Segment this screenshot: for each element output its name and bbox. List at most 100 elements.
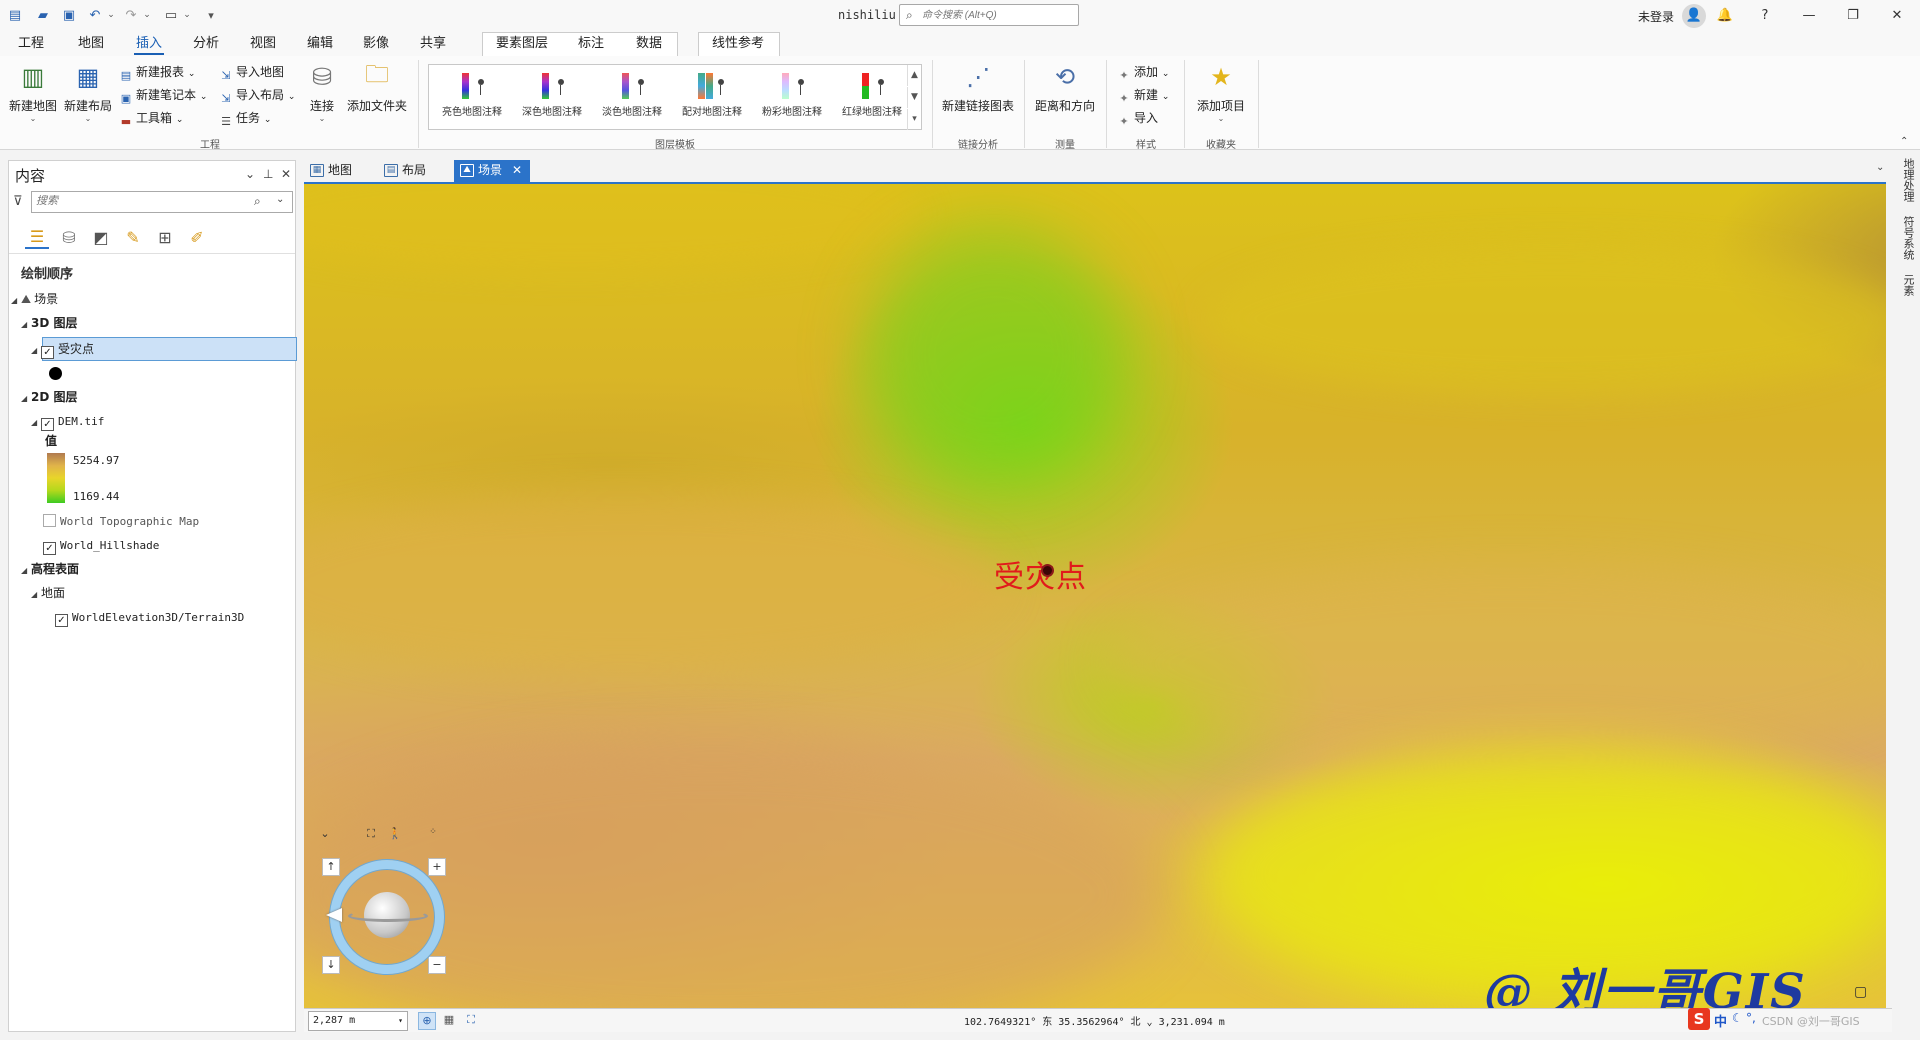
layer-visibility-checkbox[interactable]: ✓: [41, 418, 54, 431]
toc-3d-layers[interactable]: ◢ 3D 图层: [21, 313, 78, 333]
tab-edit[interactable]: 编辑: [305, 35, 335, 55]
dock-tab-symbology[interactable]: 符号系统: [1900, 216, 1916, 260]
user-avatar-icon[interactable]: 👤: [1682, 4, 1706, 28]
tab-imagery[interactable]: 影像: [361, 35, 391, 55]
layer-visibility-checkbox[interactable]: ✓: [55, 614, 68, 627]
toc-layer-hillshade[interactable]: ✓ World_Hillshade: [43, 535, 159, 555]
collapse-triangle-icon[interactable]: ◢: [21, 561, 31, 581]
close-window-icon[interactable]: ✕: [1882, 4, 1912, 28]
disaster-point-marker[interactable]: [1041, 564, 1054, 577]
tilt-up-icon[interactable]: ↑: [322, 858, 340, 876]
north-arrow-icon[interactable]: [326, 908, 342, 922]
navigator-grip-icon[interactable]: ⁘: [424, 824, 442, 842]
list-by-editing-icon[interactable]: ✎: [121, 225, 145, 249]
task-button[interactable]: ☰ 任务 ⌄: [218, 108, 271, 128]
first-person-icon[interactable]: 🚶: [386, 826, 404, 844]
login-status[interactable]: 未登录: [1638, 8, 1674, 25]
connect-button[interactable]: ⛁ 连接 ⌄: [302, 60, 342, 123]
view-tab-map[interactable]: ▦ 地图: [304, 160, 360, 182]
minimize-icon[interactable]: —: [1794, 4, 1824, 28]
dem-color-ramp[interactable]: [47, 453, 65, 503]
gallery-scroll-down-icon[interactable]: ▼: [907, 87, 921, 108]
toc-layer-topo[interactable]: World Topographic Map: [43, 511, 199, 531]
pin-icon[interactable]: ⊥: [263, 167, 273, 181]
scene-view[interactable]: 受灾点 ⌄ ⛶ 🚶 ⁘ ↑ + ↓ − @ 刘一哥GIS ▢: [304, 182, 1886, 1008]
tab-list-dropdown-icon[interactable]: ⌄: [1876, 162, 1884, 173]
import-map-button[interactable]: ⇲ 导入地图: [218, 62, 284, 82]
style-new-button[interactable]: ✦ 新建 ⌄: [1116, 85, 1169, 105]
style-add-button[interactable]: ✦ 添加 ⌄: [1116, 62, 1169, 82]
view-tab-scene[interactable]: ⛰ 场景 ✕: [454, 160, 531, 182]
tilt-down-icon[interactable]: ↓: [322, 956, 340, 974]
collapse-triangle-icon[interactable]: ◢: [11, 291, 21, 311]
toc-layer-terrain[interactable]: ✓ WorldElevation3D/Terrain3D: [55, 607, 244, 627]
add-folder-button[interactable]: 🗀 添加文件夹: [344, 60, 410, 114]
tab-linear-referencing[interactable]: 线性参考: [710, 35, 766, 55]
tab-analysis[interactable]: 分析: [191, 35, 221, 55]
toc-scene[interactable]: ◢ ⛰ 场景: [11, 289, 58, 309]
gallery-item-dark[interactable]: 深色地图注释: [513, 69, 591, 127]
gallery-item-red-green[interactable]: 红绿地图注释: [833, 69, 911, 127]
navigator-control[interactable]: ⌄ ⛶ 🚶 ⁘ ↑ + ↓ −: [314, 824, 464, 1000]
zoom-out-icon[interactable]: −: [428, 956, 446, 974]
undo-dropdown-icon[interactable]: ⌄: [102, 6, 120, 24]
tab-map[interactable]: 地图: [76, 35, 106, 55]
toc-2d-layers[interactable]: ◢ 2D 图层: [21, 387, 78, 407]
navigator-collapse-icon[interactable]: ⌄: [316, 826, 334, 844]
new-layout-button[interactable]: ▦ 新建布局 ⌄: [62, 60, 114, 123]
layer-visibility-checkbox[interactable]: [43, 514, 56, 527]
view-tab-layout[interactable]: ▤ 布局: [378, 160, 434, 182]
tab-project[interactable]: 工程: [16, 35, 46, 55]
collapse-triangle-icon[interactable]: ◢: [31, 413, 41, 433]
toc-search-box[interactable]: ⌕ ⌄: [31, 191, 293, 213]
point-symbol-icon[interactable]: [49, 367, 62, 380]
tab-view[interactable]: 视图: [248, 35, 278, 55]
tab-share[interactable]: 共享: [418, 35, 448, 55]
selection-tool-icon[interactable]: ⛶: [462, 1012, 480, 1030]
open-folder-icon[interactable]: ▰: [34, 6, 52, 24]
ime-punctuation-icon[interactable]: °,: [1746, 1011, 1756, 1025]
new-map-button[interactable]: ▥ 新建地图 ⌄: [8, 60, 58, 123]
gallery-scroll-up-icon[interactable]: ▲: [907, 65, 921, 86]
layer-visibility-checkbox[interactable]: ✓: [41, 346, 54, 359]
collapse-triangle-icon[interactable]: ◢: [31, 341, 41, 361]
toc-search-input[interactable]: [36, 195, 246, 207]
tab-feature-layer[interactable]: 要素图层: [494, 35, 550, 55]
dock-tab-geoprocessing[interactable]: 地理处理: [1900, 158, 1916, 202]
new-notebook-button[interactable]: ▣ 新建笔记本 ⌄: [118, 85, 208, 105]
customize-qat-icon[interactable]: ▾: [202, 6, 220, 24]
list-by-data-source-icon[interactable]: ⛁: [57, 225, 81, 249]
collapse-ribbon-icon[interactable]: ⌃: [1900, 136, 1908, 147]
dock-tab-elements[interactable]: 元素: [1900, 274, 1916, 296]
tab-insert[interactable]: 插入: [134, 35, 164, 55]
list-by-labeling-icon[interactable]: ✐: [185, 225, 209, 249]
full-extent-icon[interactable]: ⛶: [362, 826, 380, 844]
gallery-item-light[interactable]: 淡色地图注释: [593, 69, 671, 127]
grid-icon[interactable]: ▦: [440, 1012, 458, 1030]
command-search-input[interactable]: [922, 7, 1072, 23]
gallery-expand-icon[interactable]: ▾: [907, 109, 921, 130]
navigation-mode-icon[interactable]: ⊕: [418, 1012, 436, 1030]
ime-moon-icon[interactable]: ☾: [1732, 1011, 1743, 1025]
toc-layer-dem[interactable]: ◢ ✓ DEM.tif: [31, 411, 104, 431]
gallery-item-bright[interactable]: 亮色地图注释: [433, 69, 511, 127]
ime-language[interactable]: 中: [1714, 1011, 1727, 1030]
tab-labeling[interactable]: 标注: [576, 35, 606, 55]
filter-icon[interactable]: ⊽: [13, 194, 23, 209]
zoom-in-icon[interactable]: +: [428, 858, 446, 876]
save-icon[interactable]: ▣: [60, 6, 78, 24]
list-by-snapping-icon[interactable]: ⊞: [153, 225, 177, 249]
new-link-chart-button[interactable]: ⋰ 新建链接图表: [940, 60, 1016, 114]
new-project-icon[interactable]: ▤: [6, 6, 24, 24]
scale-dropdown-icon[interactable]: ▾: [398, 1012, 403, 1030]
list-by-selection-icon[interactable]: ◩: [89, 225, 113, 249]
gallery-item-paired[interactable]: 配对地图注释: [673, 69, 751, 127]
collapse-triangle-icon[interactable]: ◢: [21, 389, 31, 409]
distance-direction-button[interactable]: ⟲ 距离和方向: [1032, 60, 1098, 114]
restore-icon[interactable]: ❐: [1838, 4, 1868, 28]
list-by-drawing-order-icon[interactable]: ☰: [25, 225, 49, 249]
coordinate-readout[interactable]: 102.7649321° 东 35.3562964° 北 ⌄ 3,231.094…: [964, 1013, 1225, 1028]
notification-icon[interactable]: 🔔: [1710, 4, 1740, 28]
layer-visibility-checkbox[interactable]: ✓: [43, 542, 56, 555]
collapse-triangle-icon[interactable]: ◢: [21, 315, 31, 335]
